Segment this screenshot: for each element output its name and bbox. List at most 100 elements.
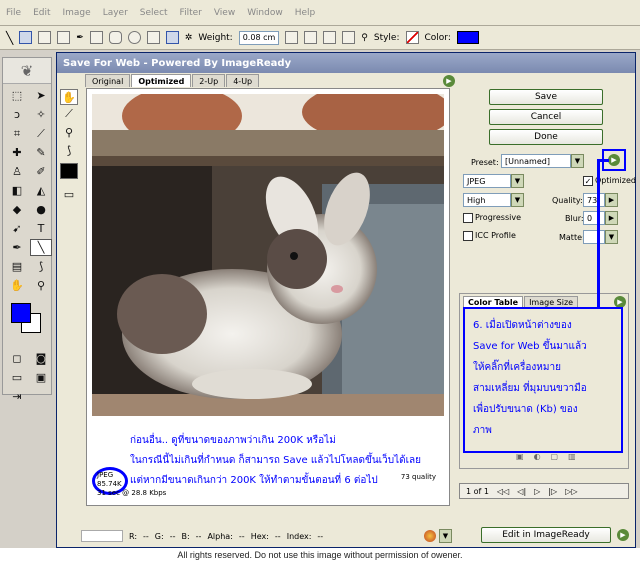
last-frame-icon[interactable]: ▷▷ [565,487,577,496]
hand-tool-icon[interactable]: ✋ [60,89,78,105]
screen-mode-icon[interactable]: ▭ [6,369,28,386]
foreground-color[interactable] [11,303,31,323]
marquee-icon[interactable]: ⬚ [6,87,28,104]
save-button[interactable]: Save [489,89,603,105]
browser-preview-icon[interactable] [424,530,436,542]
eyedropper-tool-icon[interactable]: ⟆ [60,141,78,159]
intersect-icon[interactable] [323,31,337,44]
menu-layer[interactable]: Layer [103,8,128,18]
cancel-button[interactable]: Cancel [489,109,603,125]
trash-icon[interactable]: ▥ [568,452,576,461]
format-dropdown-icon[interactable]: ▼ [511,174,524,188]
rectangle-icon[interactable] [89,31,103,44]
menu-view[interactable]: View [214,8,235,18]
jump-imageready-icon[interactable]: ⇥ [6,388,28,405]
menu-help[interactable]: Help [295,8,316,18]
ellipse-icon[interactable] [127,31,141,44]
tab-2up[interactable]: 2-Up [192,74,226,87]
first-frame-icon[interactable]: ◁◁ [497,487,509,496]
shape-layer-icon[interactable] [19,31,33,44]
new-color-icon[interactable]: ▢ [551,452,559,461]
imageready-icon[interactable]: ▶ [617,529,629,541]
custom-shape-icon[interactable]: ✲ [185,33,193,43]
quality-level-dropdown-icon[interactable]: ▼ [511,193,524,207]
zoom-select[interactable] [81,530,123,542]
combine-icon[interactable] [285,31,299,44]
web-shift-icon[interactable]: ▣ [516,452,524,461]
healing-icon[interactable]: ✚ [6,144,28,161]
tab-4up[interactable]: 4-Up [226,74,260,87]
next-frame-icon[interactable]: |▷ [548,487,557,496]
preset-dropdown-icon[interactable]: ▼ [571,154,584,168]
prev-frame-icon[interactable]: ◁| [517,487,526,496]
blur-slider-icon[interactable]: ▶ [605,211,618,225]
progressive-checkbox[interactable] [463,213,473,223]
menu-image[interactable]: Image [63,8,91,18]
zoom-tool-icon[interactable]: ⚲ [60,123,78,141]
pen-tool-icon[interactable]: ✒ [6,239,28,256]
optimize-menu-icon[interactable]: ▶ [608,154,620,166]
quickmask-icon[interactable]: ◙ [30,350,52,367]
lasso-icon[interactable]: ↄ [6,106,28,123]
line-tool-icon[interactable]: ╲ [6,31,13,45]
fullscreen-icon[interactable]: ▣ [30,369,52,386]
icc-checkbox[interactable] [463,231,473,241]
eyedropper-icon[interactable]: ⟆ [30,258,52,275]
polygon-icon[interactable] [146,31,160,44]
exclude-icon[interactable] [342,31,356,44]
tab-optimized[interactable]: Optimized [131,74,192,87]
lock-icon[interactable]: ◐ [534,452,541,461]
tab-original[interactable]: Original [85,74,131,87]
blur-icon[interactable]: ◆ [6,201,28,218]
color-swatch[interactable] [456,31,479,44]
quality-level-select[interactable]: High [463,193,511,207]
path-select-icon[interactable]: ➹ [6,220,28,237]
stamp-icon[interactable]: ♙ [6,163,28,180]
crop-icon[interactable]: ⌗ [6,125,28,142]
done-button[interactable]: Done [489,129,603,145]
matte-select[interactable] [583,230,605,244]
toggle-slices-icon[interactable]: ▭ [60,185,78,203]
menu-select[interactable]: Select [140,8,168,18]
standard-mode-icon[interactable]: ◻ [6,350,28,367]
style-swatch-icon[interactable] [405,31,419,44]
pen-icon[interactable]: ✒ [76,33,84,43]
browser-dropdown-icon[interactable]: ▼ [439,529,452,543]
menu-window[interactable]: Window [247,8,283,18]
matte-dropdown-icon[interactable]: ▼ [605,230,618,244]
subtract-icon[interactable] [304,31,318,44]
history-brush-icon[interactable]: ✐ [30,163,52,180]
preset-select[interactable]: [Unnamed] [501,154,571,168]
image-preview[interactable]: ก่อนอื่น.. ดูที่ขนาดของภาพว่าเกิน 200K ห… [86,88,450,506]
dodge-icon[interactable]: ● [30,201,52,218]
optimized-checkbox[interactable]: ✓ [583,176,593,186]
menu-filter[interactable]: Filter [180,8,202,18]
type-icon[interactable]: T [30,220,52,237]
weight-input[interactable]: 0.08 cm [238,30,280,45]
play-icon[interactable]: ▷ [534,487,540,496]
rounded-rect-icon[interactable] [108,31,122,44]
color-swatches[interactable] [7,301,51,343]
eyedropper-color[interactable] [60,163,78,179]
magic-wand-icon[interactable]: ✧ [30,106,52,123]
line-tool-selected-icon[interactable]: ╲ [30,239,52,256]
menu-edit[interactable]: Edit [33,8,50,18]
zoom-icon[interactable]: ⚲ [30,277,52,294]
preview-menu-icon[interactable]: ▶ [443,75,455,87]
menu-file[interactable]: File [6,8,21,18]
quality-input[interactable]: 73 [583,193,605,207]
notes-icon[interactable]: ▤ [6,258,28,275]
path-icon[interactable] [38,31,52,44]
brush-icon[interactable]: ✎ [30,144,52,161]
quality-slider-icon[interactable]: ▶ [605,193,618,207]
eraser-icon[interactable]: ◧ [6,182,28,199]
slice-icon[interactable]: ⟋ [30,125,52,142]
edit-in-imageready-button[interactable]: Edit in ImageReady [481,527,611,543]
link-icon[interactable]: ⚲ [361,33,368,43]
slice-select-icon[interactable]: ⟋ [60,105,78,123]
move-icon[interactable]: ➤ [30,87,52,104]
line-shape-icon[interactable] [165,31,179,44]
format-select[interactable]: JPEG [463,174,511,188]
bucket-icon[interactable]: ◭ [30,182,52,199]
fill-pixels-icon[interactable] [57,31,71,44]
